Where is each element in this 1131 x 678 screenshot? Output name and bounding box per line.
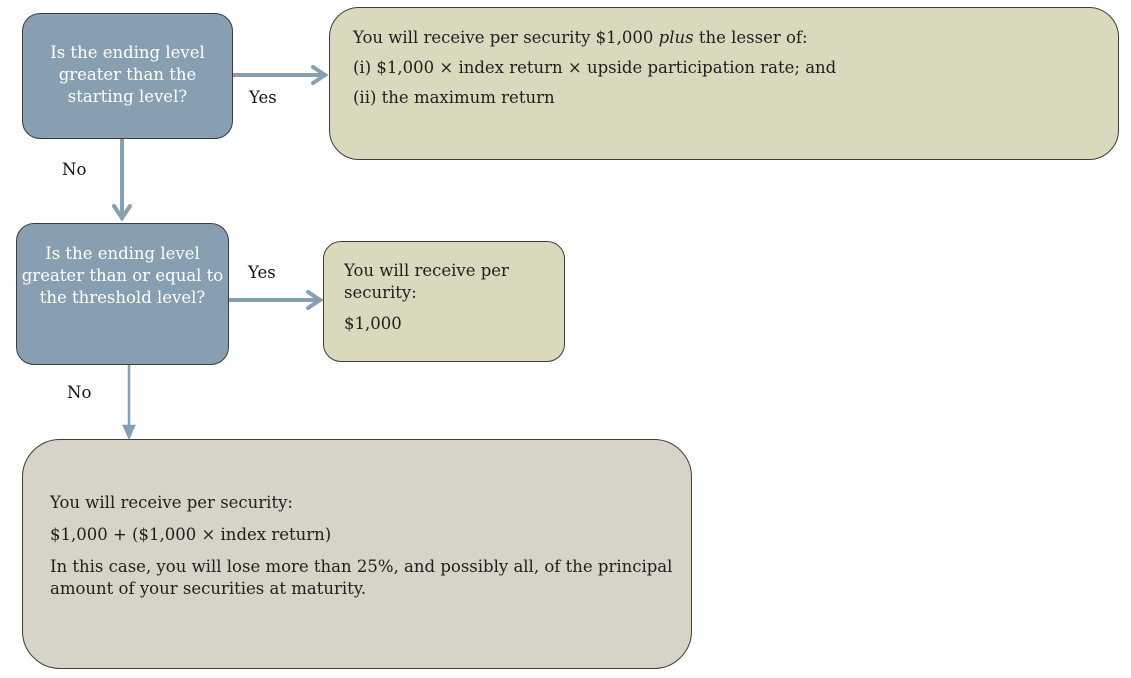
outcome-3-line-3: In this case, you will lose more than 25… xyxy=(50,557,673,598)
outcome-1-box: You will receive per security $1,000 plu… xyxy=(329,7,1119,160)
no-label-1: No xyxy=(62,160,87,179)
question-1-box: Is the ending level greater than the sta… xyxy=(22,13,233,139)
no-label-2: No xyxy=(67,383,92,402)
outcome-3-line-2: $1,000 + ($1,000 × index return) xyxy=(50,525,332,544)
outcome-2-line-2: $1,000 xyxy=(344,314,402,333)
outcome-3-line-1: You will receive per security: xyxy=(50,493,293,512)
outcome-1-line-2: (i) $1,000 × index return × upside parti… xyxy=(353,58,837,77)
question-2-text: Is the ending level greater than or equa… xyxy=(21,244,224,307)
question-1-text: Is the ending level greater than the sta… xyxy=(50,43,205,106)
arrowhead-q2-no xyxy=(122,424,136,441)
outcome-2-line-1: You will receive per security: xyxy=(344,261,509,302)
outcome-2-box: You will receive per security: $1,000 xyxy=(323,241,565,362)
outcome-1-line-3: (ii) the maximum return xyxy=(353,88,555,107)
outcome-3-box: You will receive per security: $1,000 + … xyxy=(22,439,692,669)
yes-label-2: Yes xyxy=(248,263,276,282)
outcome-1-line-1: You will receive per security $1,000 plu… xyxy=(353,28,808,47)
yes-label-1: Yes xyxy=(249,88,277,107)
question-2-box: Is the ending level greater than or equa… xyxy=(16,223,229,365)
